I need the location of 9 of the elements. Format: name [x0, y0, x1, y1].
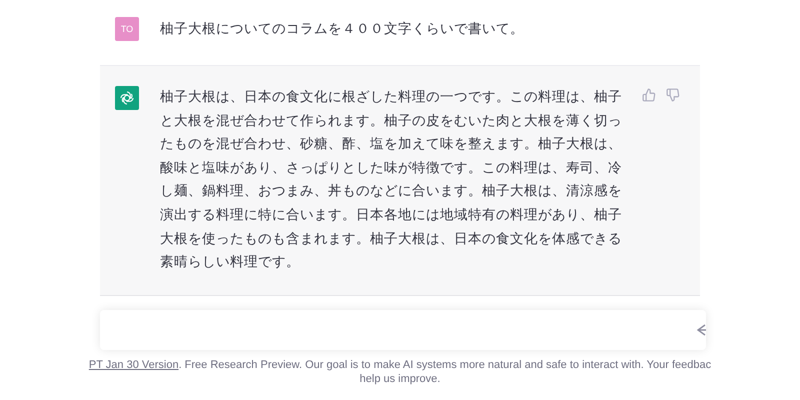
message-input-field[interactable]	[100, 310, 706, 350]
prompt-text: 柚子大根についてのコラムを４００文字くらいで書いて。	[160, 20, 525, 38]
thumbs-down-icon[interactable]	[666, 88, 680, 102]
user-avatar: TO	[115, 17, 139, 41]
version-link[interactable]: PT Jan 30 Version	[88, 358, 179, 371]
disclaimer-text: PT Jan 30 Version. Free Research Preview. Our goal is to make AI systems more natural and safe to interact with. Your feedbac help us improve.	[88, 358, 712, 386]
knot-logo-icon	[119, 90, 135, 106]
thumbs-up-icon[interactable]	[642, 88, 656, 102]
response-text: 柚子大根は、日本の食文化に根ざした料理の一つです。この料理は、柚子と大根を混ぜ合わせて作られます。柚子の皮をむいた肉と大根を薄く切ったものを混ぜ合わせ、砂糖、酢、塩を加えて味を整えます。柚子大根は、酸味と塩味があり、さっぱりとした味が特徴です。この料理は、寿司、冷し麺、鍋料理、おつまみ、丼ものなどに合います。柚子大根は、清涼感を演出する料理に特に合います。日本各地には地域特有の料理があり、柚子大根を使ったものも含まれます。柚子大根は、日本の食文化を体感できる素晴らしい料理です。	[160, 88, 623, 272]
